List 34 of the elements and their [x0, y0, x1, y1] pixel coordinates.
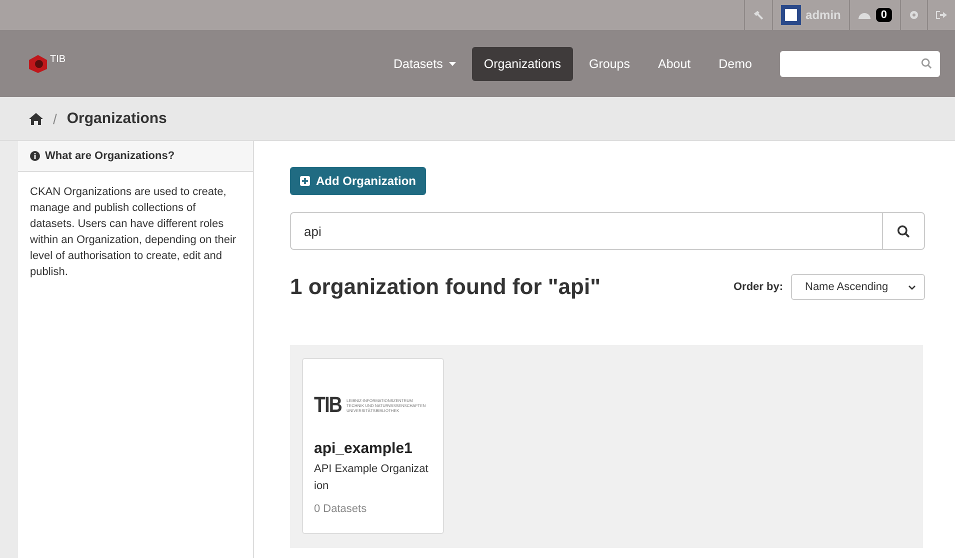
info-icon	[30, 151, 40, 161]
sidebar-text: CKAN Organizations are used to create, manage and publish collections of datasets. Users can have different roles within an Organization, depending on their level of authorisation to create, edit and publish.	[29, 185, 238, 280]
settings-icon[interactable]	[909, 10, 919, 20]
search-field[interactable]: api	[290, 212, 882, 250]
sidebar-title: What are Organizations?	[45, 150, 175, 162]
plus-icon	[300, 176, 310, 186]
home-icon[interactable]	[29, 112, 43, 124]
logo-icon[interactable]	[28, 54, 48, 74]
order-label: Order by:	[733, 281, 783, 293]
nav-link[interactable]: Organizations	[472, 46, 573, 80]
dashboard-icon[interactable]	[858, 10, 871, 20]
order-select[interactable]: Name Ascending	[791, 274, 925, 300]
avatar-icon[interactable]	[780, 5, 801, 25]
organization-name[interactable]: api_example1	[314, 440, 432, 457]
breadcrumb-current[interactable]: Organizations	[66, 110, 167, 127]
organization-description: API Example Organizat ion	[314, 462, 430, 494]
breadcrumb-separator: /	[53, 110, 57, 126]
search-field[interactable]	[780, 50, 940, 76]
logo-text[interactable]: TIB	[50, 54, 66, 64]
chevron-icon	[908, 284, 916, 290]
search-icon[interactable]	[921, 58, 932, 69]
logout-icon[interactable]	[936, 10, 947, 20]
nav-link[interactable]: Groups	[576, 46, 642, 80]
dataset-count: 0 Datasets	[314, 503, 368, 515]
nav-link[interactable]: About	[646, 46, 703, 80]
hammer-icon[interactable]	[752, 10, 764, 20]
search-button[interactable]	[882, 212, 925, 250]
nav-link[interactable]: Datasets	[382, 46, 468, 80]
add-organization-button[interactable]: Add Organization	[290, 167, 426, 195]
notification-badge: 0	[876, 8, 892, 22]
org-logo-text: TIB	[314, 392, 342, 418]
search-icon	[897, 224, 910, 238]
nav-link[interactable]: Demo	[706, 46, 764, 80]
result-heading: 1 organization found for "api"	[290, 274, 601, 300]
